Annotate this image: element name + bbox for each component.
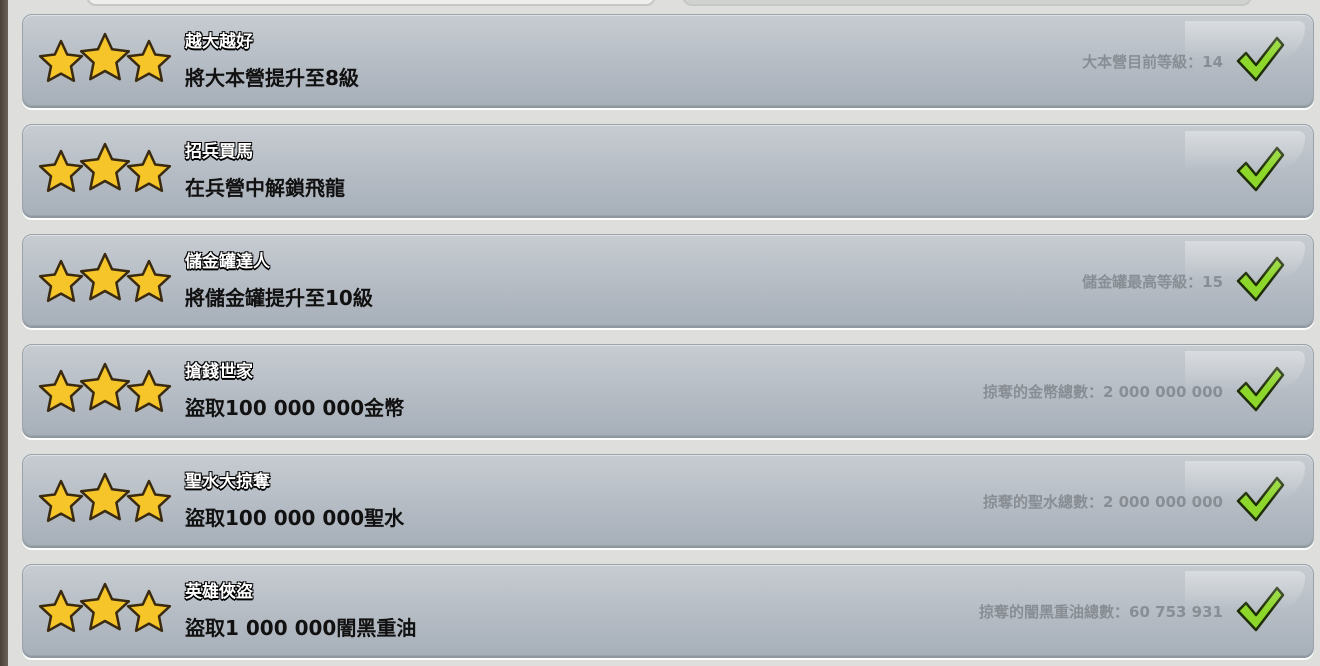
- star-icon: [126, 479, 172, 523]
- star-rating: [38, 252, 172, 303]
- star-icon: [79, 362, 131, 411]
- star-rating: [38, 142, 172, 193]
- achievement-status: 儲金罐最高等級：15: [1082, 273, 1223, 291]
- achievement-description: 將大本營提升至8級: [185, 66, 359, 90]
- checkmark-icon: [1236, 146, 1285, 192]
- checkmark-icon: [1236, 366, 1285, 412]
- star-rating: [38, 362, 172, 413]
- checkmark-icon: [1236, 586, 1285, 632]
- achievement-description: 盜取1 000 000闇黑重油: [185, 616, 417, 640]
- star-rating: [38, 32, 172, 83]
- star-icon: [38, 39, 84, 83]
- top-tab-left[interactable]: [86, 0, 656, 6]
- achievement-description: 盜取100 000 000金幣: [185, 396, 405, 420]
- checkmark-icon: [1236, 36, 1285, 82]
- achievement-status: 掠奪的闇黑重油總數：60 753 931: [979, 603, 1223, 621]
- top-tab-right[interactable]: [682, 0, 1252, 6]
- achievement-row: 招兵買馬 在兵營中解鎖飛龍: [22, 124, 1314, 216]
- achievement-row: 越大越好 將大本營提升至8級 大本營目前等級：14: [22, 14, 1314, 106]
- achievement-title: 搶錢世家: [185, 362, 253, 382]
- star-icon: [79, 472, 131, 521]
- left-frame-edge: [0, 0, 8, 666]
- star-icon: [126, 589, 172, 633]
- achievement-row: 英雄俠盜 盜取1 000 000闇黑重油 掠奪的闇黑重油總數：60 753 93…: [22, 564, 1314, 656]
- star-rating: [38, 582, 172, 633]
- achievement-description: 在兵營中解鎖飛龍: [185, 176, 345, 200]
- achievement-description: 盜取100 000 000聖水: [185, 506, 405, 530]
- achievement-title: 招兵買馬: [185, 142, 253, 162]
- star-rating: [38, 472, 172, 523]
- achievement-status: 掠奪的金幣總數：2 000 000 000: [982, 383, 1223, 401]
- star-icon: [79, 582, 131, 631]
- star-icon: [38, 479, 84, 523]
- star-icon: [38, 259, 84, 303]
- achievement-row: 聖水大掠奪 盜取100 000 000聖水 掠奪的聖水總數：2 000 000 …: [22, 454, 1314, 546]
- achievement-row: 儲金罐達人 將儲金罐提升至10級 儲金罐最高等級：15: [22, 234, 1314, 326]
- star-icon: [79, 142, 131, 191]
- achievement-status: 掠奪的聖水總數：2 000 000 000: [982, 493, 1223, 511]
- achievement-title: 儲金罐達人: [185, 252, 270, 272]
- star-icon: [126, 149, 172, 193]
- achievement-status: 大本營目前等級：14: [1082, 53, 1223, 71]
- star-icon: [126, 369, 172, 413]
- star-icon: [38, 369, 84, 413]
- achievement-description: 將儲金罐提升至10級: [185, 286, 373, 310]
- star-icon: [79, 252, 131, 301]
- star-icon: [38, 589, 84, 633]
- checkmark-icon: [1236, 476, 1285, 522]
- achievement-row: 搶錢世家 盜取100 000 000金幣 掠奪的金幣總數：2 000 000 0…: [22, 344, 1314, 436]
- star-icon: [79, 32, 131, 81]
- achievement-title: 聖水大掠奪: [185, 472, 270, 492]
- star-icon: [126, 39, 172, 83]
- star-icon: [126, 259, 172, 303]
- star-icon: [38, 149, 84, 193]
- checkmark-icon: [1236, 256, 1285, 302]
- achievement-title: 越大越好: [185, 32, 253, 52]
- achievement-title: 英雄俠盜: [185, 582, 253, 602]
